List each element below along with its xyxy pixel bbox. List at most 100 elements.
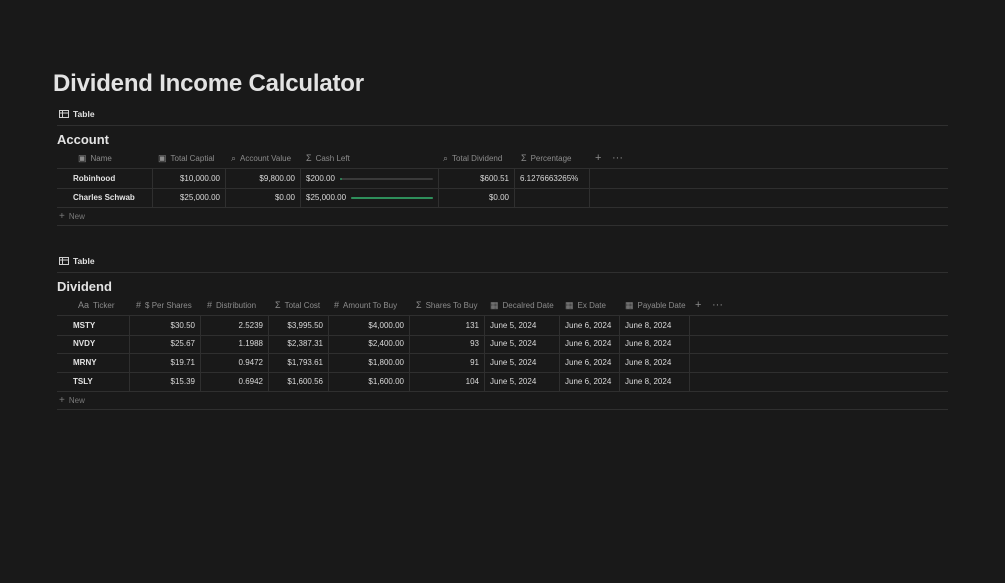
cell-ticker[interactable]: MSTY	[57, 316, 130, 335]
cell-distribution[interactable]: 0.6942	[201, 372, 269, 391]
cell-total-dividend[interactable]: $600.51	[439, 169, 515, 188]
table-icon	[59, 110, 69, 118]
cell-ticker[interactable]: NVDY	[57, 334, 130, 353]
cell-name[interactable]: Charles Schwab	[57, 188, 153, 207]
col-total-dividend[interactable]: ⌕ Total Dividend	[443, 151, 502, 165]
cell-amount-to-buy[interactable]: $4,000.00	[329, 316, 410, 335]
dividend-new-row-button[interactable]: + New	[57, 391, 948, 410]
cell-distribution[interactable]: 0.9472	[201, 353, 269, 372]
calendar-icon: ▦	[565, 299, 574, 310]
sigma-icon: Σ	[306, 152, 312, 163]
cell-per-share[interactable]: $19.71	[130, 353, 201, 372]
cell-per-share[interactable]: $30.50	[130, 316, 201, 335]
cell-total-cost[interactable]: $2,387.31	[269, 334, 329, 353]
cell-per-share[interactable]: $25.67	[130, 334, 201, 353]
divider	[57, 125, 948, 126]
cell-account-value[interactable]: $9,800.00	[226, 169, 301, 188]
page-title: Dividend Income Calculator	[53, 70, 364, 97]
cell-cash-left[interactable]: $200.00	[301, 169, 439, 188]
cell-payable-date[interactable]: June 8, 2024	[620, 372, 690, 391]
divider	[57, 272, 948, 273]
cell-per-share[interactable]: $15.39	[130, 372, 201, 391]
sigma-icon: Σ	[416, 299, 422, 310]
cell-ticker[interactable]: MRNY	[57, 353, 130, 372]
briefcase-icon: ▣	[158, 152, 167, 163]
account-new-row-button[interactable]: + New	[57, 207, 948, 226]
col-ticker[interactable]: Aa Ticker	[78, 298, 115, 312]
sigma-icon: Σ	[521, 152, 527, 163]
cell-total-dividend[interactable]: $0.00	[439, 188, 515, 207]
cell-payable-date[interactable]: June 8, 2024	[620, 334, 690, 353]
more-options-icon[interactable]: ···	[712, 298, 723, 312]
cell-total-cost[interactable]: $3,995.50	[269, 316, 329, 335]
cell-distribution[interactable]: 1.1988	[201, 334, 269, 353]
table-icon	[59, 257, 69, 265]
view-tab-dividend-table[interactable]: Table	[59, 254, 95, 268]
table-row[interactable]: Robinhood $10,000.00 $9,800.00 $200.00 $…	[57, 168, 948, 189]
account-db-title[interactable]: Account	[57, 132, 109, 147]
cell-shares-to-buy[interactable]: 93	[410, 334, 485, 353]
view-tab-account-table[interactable]: Table	[59, 107, 95, 121]
col-total-cost[interactable]: Σ Total Cost	[275, 298, 320, 312]
cash-left-progress-fill	[351, 196, 433, 199]
cell-amount-to-buy[interactable]: $1,600.00	[329, 372, 410, 391]
col-declared-date[interactable]: ▦ Decalred Date	[490, 298, 554, 312]
cell-name[interactable]: Robinhood	[57, 169, 153, 188]
cell-total-capital[interactable]: $10,000.00	[153, 169, 226, 188]
more-options-icon[interactable]: ···	[612, 151, 623, 165]
cell-percentage[interactable]	[515, 188, 590, 207]
cell-declared-date[interactable]: June 5, 2024	[485, 353, 560, 372]
cell-payable-date[interactable]: June 8, 2024	[620, 353, 690, 372]
col-total-capital[interactable]: ▣ Total Captial	[158, 151, 215, 165]
col-account-value[interactable]: ⌕ Account Value	[231, 151, 291, 165]
cash-left-value: $200.00	[306, 174, 335, 183]
cell-percentage[interactable]: 6.1276663265%	[515, 169, 590, 188]
cell-account-value[interactable]: $0.00	[226, 188, 301, 207]
table-row[interactable]: MSTY $30.50 2.5239 $3,995.50 $4,000.00 131 Jun…	[57, 315, 948, 336]
cell-shares-to-buy[interactable]: 104	[410, 372, 485, 391]
col-cash-left[interactable]: Σ Cash Left	[306, 151, 350, 165]
cell-ex-date[interactable]: June 6, 2024	[560, 372, 620, 391]
cell-shares-to-buy[interactable]: 131	[410, 316, 485, 335]
hash-icon: #	[136, 299, 142, 310]
col-per-share[interactable]: # $ Per Shares	[136, 298, 192, 312]
table-row[interactable]: TSLY $15.39 0.6942 $1,600.56 $1,600.00 104 Jun…	[57, 372, 948, 392]
cell-declared-date[interactable]: June 5, 2024	[485, 372, 560, 391]
cell-total-cost[interactable]: $1,793.61	[269, 353, 329, 372]
add-column-plus-icon[interactable]: +	[695, 298, 701, 312]
cell-distribution[interactable]: 2.5239	[201, 316, 269, 335]
cell-total-cost[interactable]: $1,600.56	[269, 372, 329, 391]
table-row[interactable]: Charles Schwab $25,000.00 $0.00 $25,000.…	[57, 188, 948, 208]
table-row[interactable]: NVDY $25.67 1.1988 $2,387.31 $2,400.00 93 June…	[57, 334, 948, 354]
cell-payable-date[interactable]: June 8, 2024	[620, 316, 690, 335]
cell-cash-left[interactable]: $25,000.00	[301, 188, 439, 207]
cell-ex-date[interactable]: June 6, 2024	[560, 353, 620, 372]
cell-ex-date[interactable]: June 6, 2024	[560, 316, 620, 335]
cell-declared-date[interactable]: June 5, 2024	[485, 334, 560, 353]
cell-amount-to-buy[interactable]: $2,400.00	[329, 334, 410, 353]
col-payable-date[interactable]: ▦ Payable Date	[625, 298, 686, 312]
table-row[interactable]: MRNY $19.71 0.9472 $1,793.61 $1,800.00 91 June…	[57, 353, 948, 373]
add-column-plus-icon[interactable]: +	[595, 151, 601, 165]
cell-ticker[interactable]: TSLY	[57, 372, 130, 391]
col-amount-to-buy[interactable]: # Amount To Buy	[334, 298, 397, 312]
view-tab-label: Table	[73, 109, 95, 119]
text-icon: Aa	[78, 299, 90, 310]
col-shares-to-buy[interactable]: Σ Shares To Buy	[416, 298, 477, 312]
sigma-icon: Σ	[275, 299, 281, 310]
plus-icon: +	[59, 210, 65, 222]
cell-total-capital[interactable]: $25,000.00	[153, 188, 226, 207]
plus-icon: +	[59, 394, 65, 406]
col-name[interactable]: ▣ Name	[78, 151, 112, 165]
col-percentage[interactable]: Σ Percentage	[521, 151, 572, 165]
cell-amount-to-buy[interactable]: $1,800.00	[329, 353, 410, 372]
col-distribution[interactable]: # Distribution	[207, 298, 256, 312]
search-icon: ⌕	[443, 152, 449, 163]
view-tab-label: Table	[73, 256, 95, 266]
cell-ex-date[interactable]: June 6, 2024	[560, 334, 620, 353]
col-ex-date[interactable]: ▦ Ex Date	[565, 298, 606, 312]
calendar-icon: ▦	[490, 299, 499, 310]
dividend-db-title[interactable]: Dividend	[57, 279, 112, 294]
cell-shares-to-buy[interactable]: 91	[410, 353, 485, 372]
cell-declared-date[interactable]: June 5, 2024	[485, 316, 560, 335]
